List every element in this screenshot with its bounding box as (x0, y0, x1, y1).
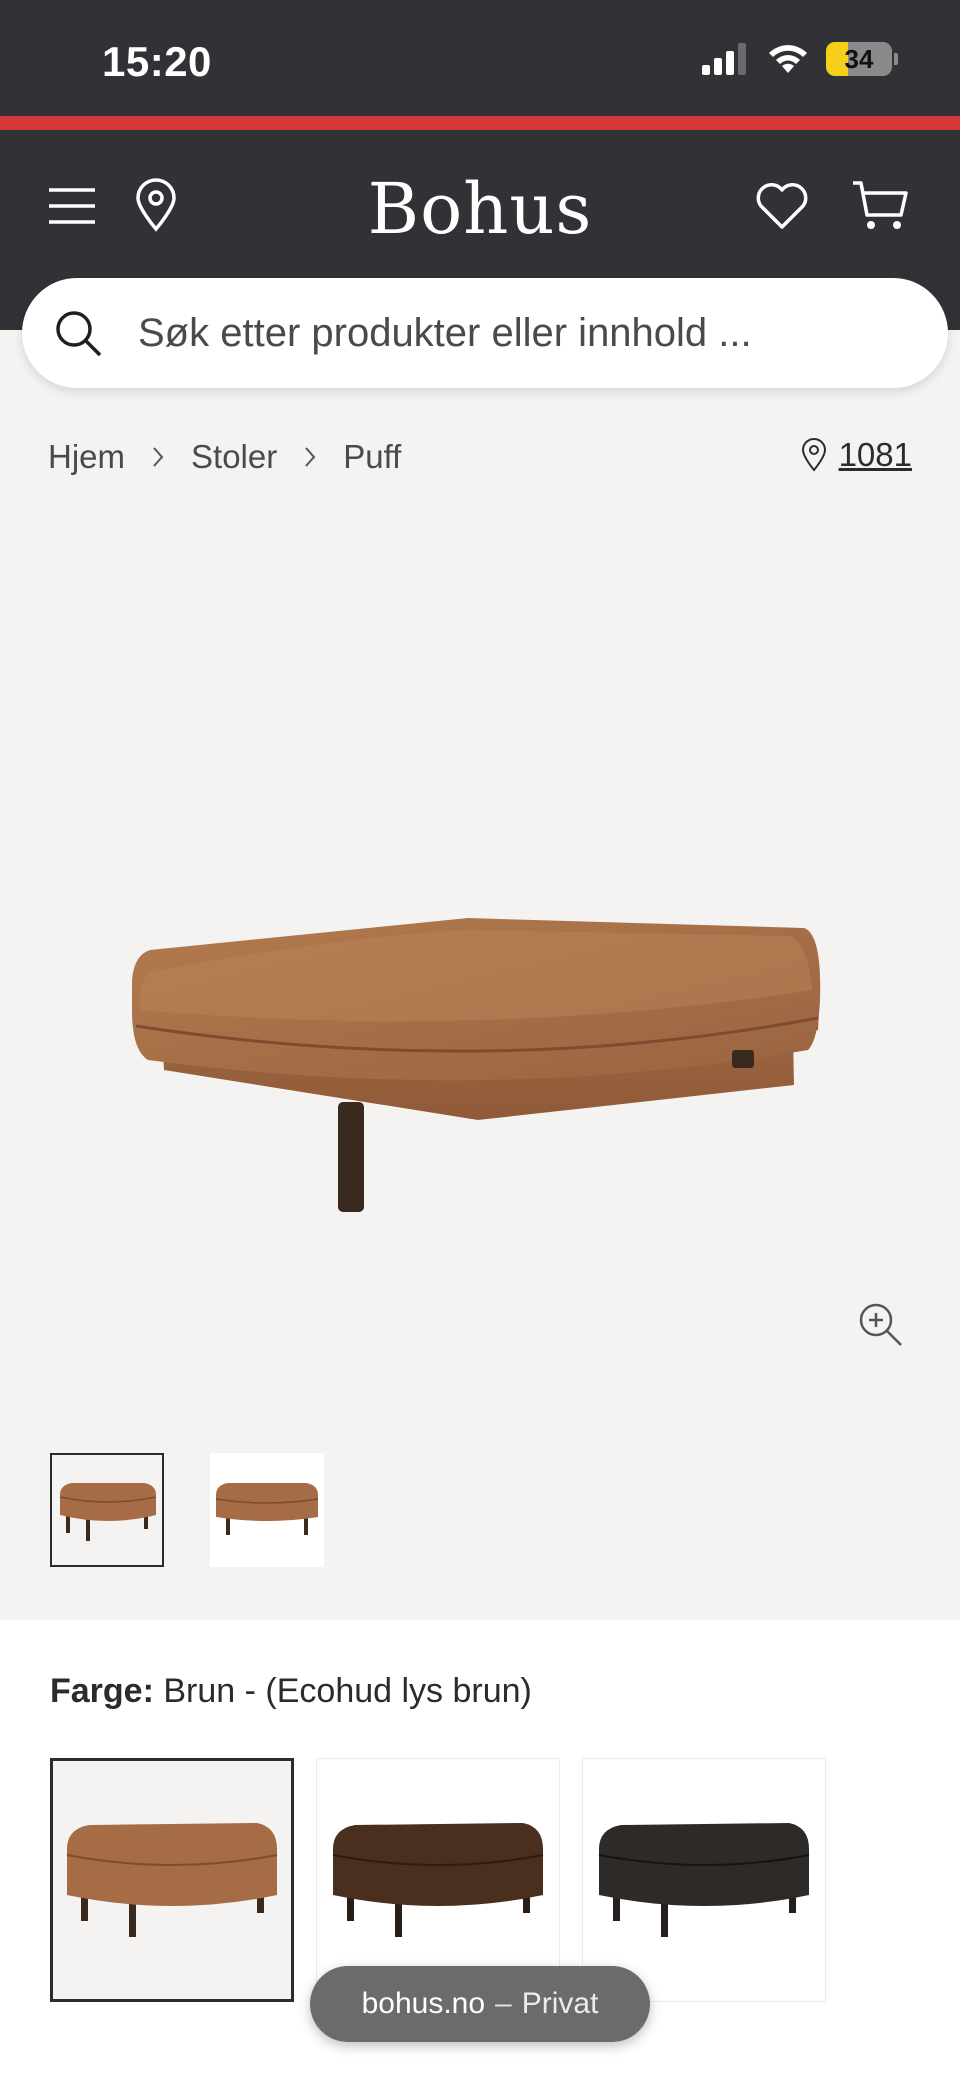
status-icons: 34 (702, 42, 898, 76)
search-input[interactable] (138, 310, 898, 356)
chevron-right-icon (153, 447, 164, 467)
location-pin-icon (801, 438, 826, 472)
breadcrumb-stoler[interactable]: Stoler (191, 438, 277, 476)
heart-icon[interactable] (754, 180, 810, 232)
zoom-in-icon[interactable] (856, 1300, 906, 1350)
bohus-logo[interactable]: Bohus (0, 168, 960, 250)
battery-level: 34 (844, 43, 874, 74)
status-bar: 15:20 34 (0, 0, 960, 116)
color-label: Farge: Brun - (Ecohud lys brun) (50, 1672, 532, 1711)
ottoman-swatch-icon (598, 1823, 810, 1937)
product-thumbnail-2[interactable] (210, 1453, 324, 1567)
breadcrumb: Hjem Stoler Puff (48, 438, 401, 476)
breadcrumb-home[interactable]: Hjem (48, 438, 125, 476)
brand-accent-strip (0, 116, 960, 130)
search-icon[interactable] (52, 307, 104, 359)
breadcrumb-puff: Puff (343, 438, 402, 475)
search-bar[interactable] (22, 278, 948, 388)
color-swatch-black[interactable] (582, 1758, 826, 2002)
battery-icon: 34 (826, 42, 892, 76)
cart-icon[interactable] (850, 178, 910, 234)
product-thumbnail-1[interactable] (50, 1453, 164, 1567)
ottoman-swatch-icon (66, 1823, 278, 1937)
chevron-right-icon (305, 447, 316, 467)
color-label-title: Farge: (50, 1672, 154, 1710)
product-main-image[interactable] (128, 750, 828, 1520)
status-time: 15:20 (102, 38, 212, 85)
ottoman-swatch-icon (332, 1823, 544, 1937)
wifi-icon (769, 45, 807, 73)
browser-separator: – (495, 1987, 512, 2020)
store-selector[interactable]: 1081 (801, 436, 912, 474)
browser-mode: Privat (521, 1987, 599, 2020)
signal-icon (702, 43, 746, 75)
product-gallery-area: Hjem Stoler Puff 1081 (0, 330, 960, 1620)
ottoman-thumbnail-icon (215, 1483, 319, 1535)
store-code[interactable]: 1081 (839, 436, 912, 474)
ottoman-thumbnail-icon (59, 1483, 157, 1541)
browser-url-pill[interactable]: bohus.no – Privat (310, 1966, 650, 2042)
browser-domain: bohus.no (361, 1987, 486, 2020)
color-swatch-light-brown[interactable] (50, 1758, 294, 2002)
color-value: Brun - (Ecohud lys brun) (163, 1672, 532, 1710)
